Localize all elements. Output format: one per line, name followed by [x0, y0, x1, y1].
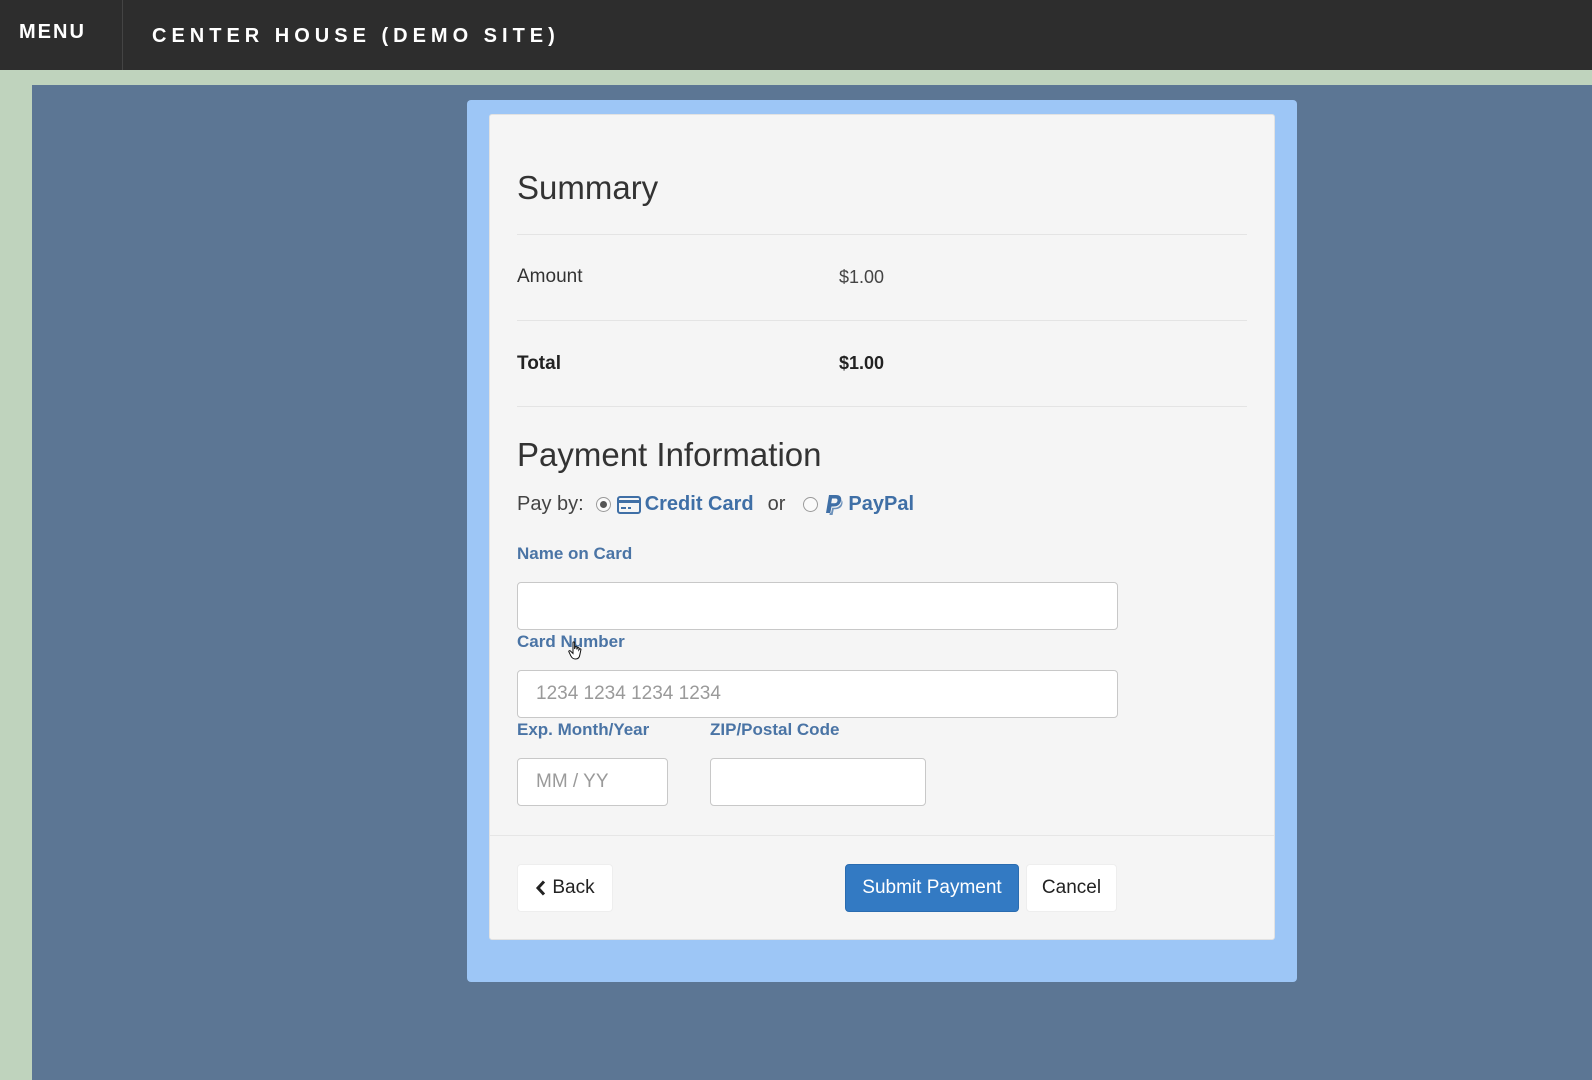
- credit-card-radio[interactable]: [595, 497, 611, 512]
- menu-button[interactable]: MENU: [0, 0, 123, 70]
- name-on-card-input[interactable]: [517, 582, 1118, 630]
- pay-by-label: Pay by:: [517, 493, 584, 515]
- total-value: $1.00: [839, 353, 885, 373]
- payment-heading: Payment Information: [517, 436, 822, 473]
- payment-panel: Summary Amount $1.00 Total $1.00 Payment…: [489, 114, 1275, 940]
- cancel-button[interactable]: Cancel: [1026, 864, 1117, 912]
- amount-value: $1.00: [839, 267, 885, 287]
- paypal-radio[interactable]: [803, 497, 819, 512]
- zip-label: ZIP/Postal Code: [710, 720, 840, 739]
- divider: [517, 320, 1247, 321]
- credit-card-icon: [616, 495, 641, 514]
- paypal-label: PayPal: [848, 493, 915, 515]
- exp-label: Exp. Month/Year: [517, 720, 650, 739]
- divider: [517, 406, 1247, 407]
- or-text: or: [767, 493, 786, 515]
- summary-heading: Summary: [517, 169, 659, 206]
- name-on-card-label: Name on Card: [517, 544, 633, 563]
- credit-card-label: Credit Card: [644, 493, 754, 515]
- paypal-option[interactable]: PayPal: [824, 493, 914, 516]
- divider: [517, 234, 1247, 235]
- top-navbar: MENU CENTER HOUSE (DEMO SITE): [0, 0, 1592, 70]
- footer-divider: [490, 835, 1274, 836]
- total-label: Total: [517, 353, 561, 374]
- submit-payment-button[interactable]: Submit Payment: [845, 864, 1019, 912]
- amount-label: Amount: [517, 266, 583, 287]
- hand-cursor-icon: [568, 641, 582, 660]
- paypal-icon: [826, 494, 843, 515]
- back-label: Back: [552, 877, 595, 898]
- back-button[interactable]: Back: [517, 864, 613, 912]
- site-title[interactable]: CENTER HOUSE (DEMO SITE): [152, 22, 560, 48]
- credit-card-option[interactable]: Credit Card: [616, 493, 754, 516]
- exp-input[interactable]: [517, 758, 668, 806]
- pay-by-group: Pay by: Credit Card or PayPal: [517, 493, 914, 516]
- card-number-input[interactable]: [517, 670, 1118, 718]
- zip-input[interactable]: [710, 758, 926, 806]
- chevron-left-icon: [536, 880, 546, 896]
